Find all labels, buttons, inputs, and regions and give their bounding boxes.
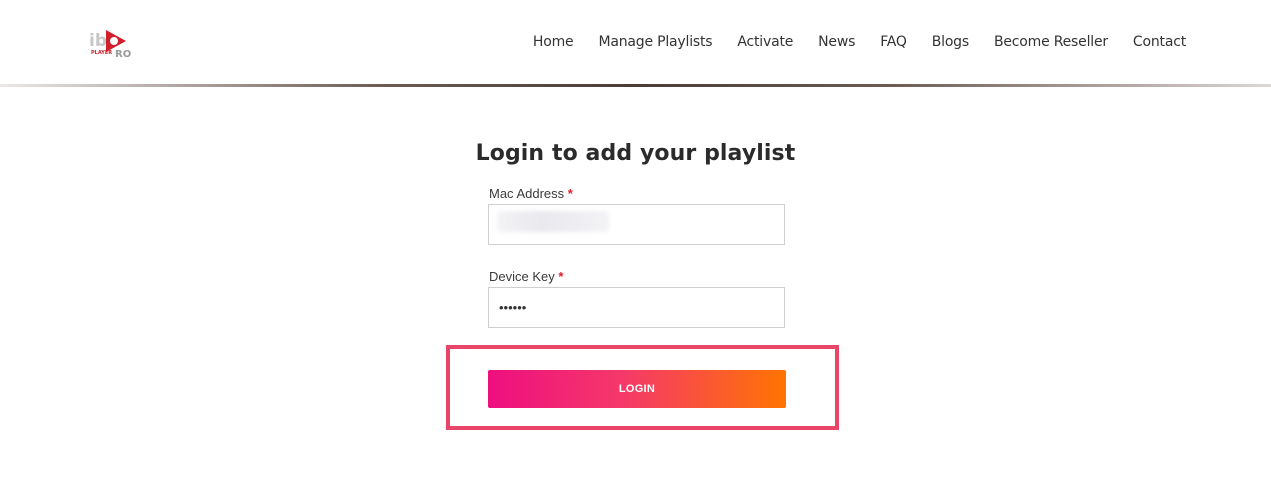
- svg-text:RO: RO: [115, 49, 131, 60]
- required-asterisk: *: [567, 186, 573, 201]
- nav-item-faq[interactable]: FAQ: [880, 32, 907, 52]
- page-title: Login to add your playlist: [475, 141, 796, 166]
- ibo-player-pro-logo[interactable]: ib PLAYER RO: [88, 24, 140, 60]
- mac-address-label: Mac Address *: [489, 186, 573, 201]
- mac-address-label-text: Mac Address: [489, 186, 565, 201]
- login-button[interactable]: LOGIN: [488, 370, 786, 408]
- svg-text:PLAYER: PLAYER: [91, 50, 112, 56]
- redacted-mac-value: [497, 211, 609, 232]
- nav-item-activate[interactable]: Activate: [737, 32, 793, 52]
- nav-item-contact[interactable]: Contact: [1133, 32, 1186, 52]
- nav-item-news[interactable]: News: [818, 32, 855, 52]
- nav-item-become-reseller[interactable]: Become Reseller: [994, 32, 1108, 52]
- main-nav: Home Manage Playlists Activate News FAQ …: [508, 32, 1186, 52]
- required-asterisk: *: [558, 269, 564, 284]
- header-divider: [0, 84, 1271, 87]
- svg-text:ib: ib: [89, 31, 107, 51]
- site-header: ib PLAYER RO Home Manage Playlists Activ…: [0, 0, 1271, 86]
- nav-item-home[interactable]: Home: [533, 32, 574, 52]
- nav-item-blogs[interactable]: Blogs: [932, 32, 969, 52]
- device-key-input[interactable]: [488, 287, 785, 328]
- device-key-label: Device Key *: [489, 269, 563, 284]
- device-key-label-text: Device Key: [489, 269, 555, 284]
- nav-item-manage-playlists[interactable]: Manage Playlists: [598, 32, 712, 52]
